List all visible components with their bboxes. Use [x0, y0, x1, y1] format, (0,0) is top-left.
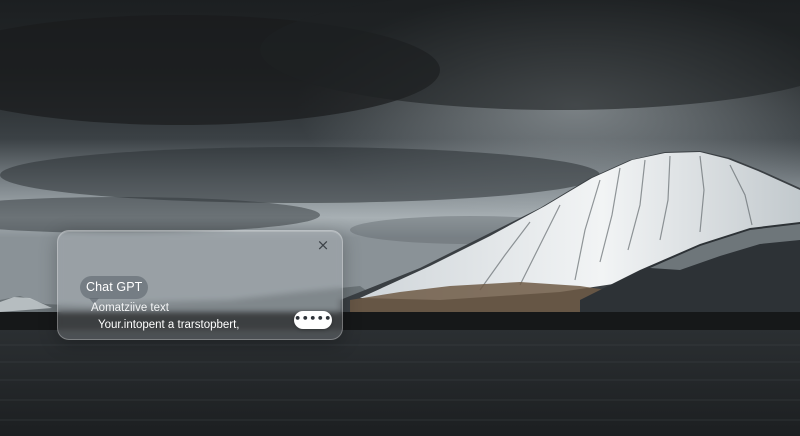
- background-landscape: [0, 0, 800, 436]
- subtitle-text: Aomatziive text: [91, 302, 169, 314]
- message-input[interactable]: Your.intopent a trarstopbert,: [98, 318, 240, 332]
- send-button[interactable]: •••••: [294, 311, 332, 329]
- chat-overlay-panel: × Chat GPT Aomatziive text Your.intopent…: [57, 230, 343, 340]
- dots-icon: •••••: [294, 311, 332, 325]
- chat-gpt-badge[interactable]: Chat GPT: [80, 276, 149, 304]
- close-icon[interactable]: ×: [316, 238, 330, 253]
